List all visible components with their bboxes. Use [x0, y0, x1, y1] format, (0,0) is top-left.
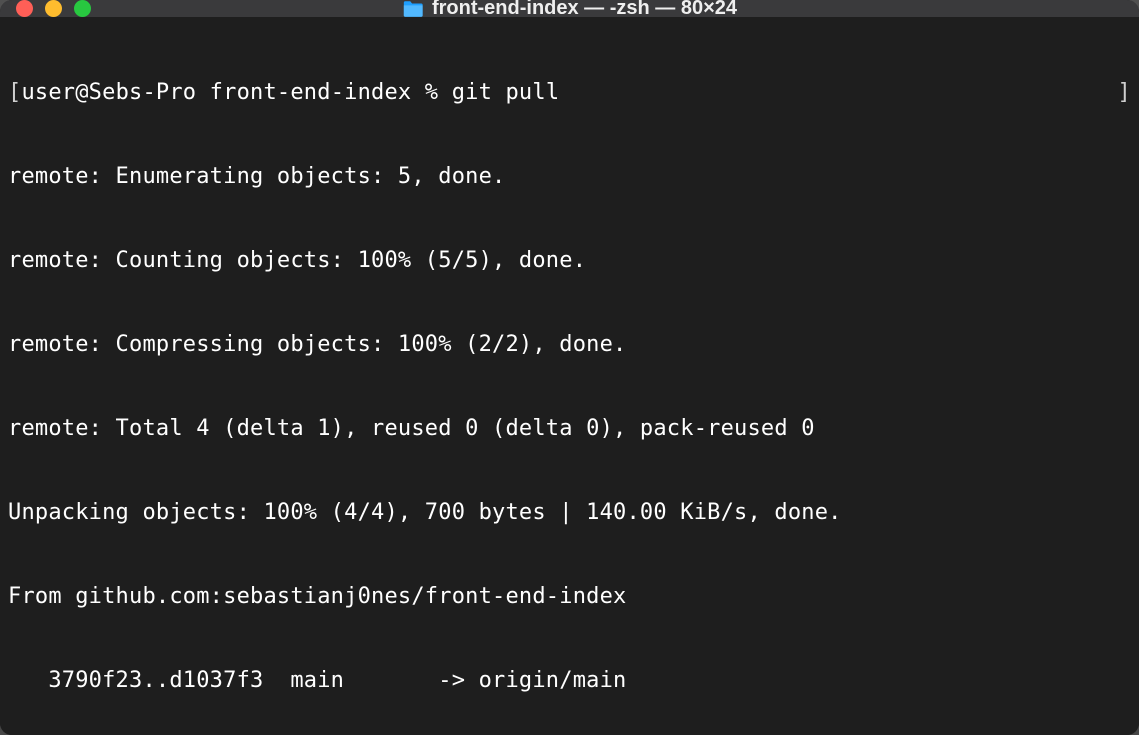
traffic-lights	[16, 0, 91, 17]
output-line: remote: Total 4 (delta 1), reused 0 (del…	[8, 415, 1131, 443]
titlebar[interactable]: front-end-index — -zsh — 80×24	[0, 0, 1139, 17]
output-line: Unpacking objects: 100% (4/4), 700 bytes…	[8, 499, 1131, 527]
terminal-body[interactable]: [user@Sebs-Pro front-end-index % git pul…	[0, 17, 1139, 735]
bracket-open: [	[8, 80, 21, 105]
minimize-button[interactable]	[45, 0, 62, 17]
command-text: git pull	[452, 80, 560, 105]
folder-icon	[402, 0, 424, 19]
output-line: From github.com:sebastianj0nes/front-end…	[8, 583, 1131, 611]
maximize-button[interactable]	[74, 0, 91, 17]
close-button[interactable]	[16, 0, 33, 17]
terminal-window: front-end-index — -zsh — 80×24 [user@Seb…	[0, 0, 1139, 735]
prompt-text: user@Sebs-Pro front-end-index %	[21, 80, 451, 105]
output-line: 3790f23..d1037f3 main -> origin/main	[8, 667, 1131, 695]
output-line: remote: Counting objects: 100% (5/5), do…	[8, 247, 1131, 275]
prompt-line-1: [user@Sebs-Pro front-end-index % git pul…	[8, 79, 1131, 107]
bracket-close: ]	[1118, 79, 1131, 107]
output-line: remote: Compressing objects: 100% (2/2),…	[8, 331, 1131, 359]
output-line: remote: Enumerating objects: 5, done.	[8, 163, 1131, 191]
